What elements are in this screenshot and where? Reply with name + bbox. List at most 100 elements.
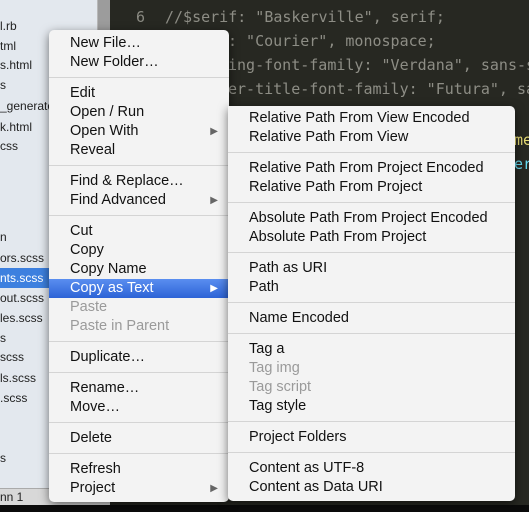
menu-item-new-folder[interactable]: New Folder… [49,53,229,72]
menu-item-label: Reveal [70,141,116,158]
menu-item-label: Content as Data URI [249,478,383,495]
menu-item-label: Rename… [70,379,140,396]
menu-item-relative-path-from-view[interactable]: Relative Path From View [228,128,515,147]
line-number: 6 [136,8,146,26]
triangle-right-icon: ▶ [210,482,218,494]
menu-item-absolute-path-from-project-encoded[interactable]: Absolute Path From Project Encoded [228,209,515,228]
menu-item-duplicate[interactable]: Duplicate… [49,348,229,367]
menu-item-rename[interactable]: Rename… [49,379,229,398]
menu-item-label: Relative Path From Project [249,178,423,195]
menu-separator [49,160,229,172]
menu-item-label: Content as UTF-8 [249,459,365,476]
menu-item-paste-in-parent: Paste in Parent [49,317,229,336]
menu-item-label: Tag a [249,340,285,357]
triangle-right-icon: ▶ [210,194,218,206]
menu-item-label: Name Encoded [249,309,349,326]
menu-item-label: Refresh [70,460,121,477]
menu-item-delete[interactable]: Delete [49,429,229,448]
menu-item-label: Move… [70,398,120,415]
menu-item-label: Path as URI [249,259,328,276]
menu-item-label: Edit [70,84,95,101]
menu-separator [228,197,515,209]
menu-item-label: Paste [70,298,108,315]
menu-item-label: Path [249,278,279,295]
menu-item-relative-path-from-project-encoded[interactable]: Relative Path From Project Encoded [228,159,515,178]
menu-item-tag-script: Tag script [228,378,515,397]
menu-item-label: Find Advanced [70,191,166,208]
menu-separator [49,72,229,84]
menu-item-label: Open With [70,122,139,139]
menu-item-label: Tag script [249,378,312,395]
menu-item-label: Duplicate… [70,348,145,365]
menu-item-tag-a[interactable]: Tag a [228,340,515,359]
menu-separator [228,447,515,459]
menu-item-copy-name[interactable]: Copy Name [49,260,229,279]
menu-item-paste: Paste [49,298,229,317]
menu-item-copy[interactable]: Copy [49,241,229,260]
menu-item-label: New Folder… [70,53,159,70]
menu-item-path[interactable]: Path [228,278,515,297]
menu-item-label: Copy [70,241,104,258]
menu-item-project[interactable]: Project ▶ [49,479,229,498]
menu-item-label: New File… [70,34,141,51]
triangle-right-icon: ▶ [210,125,218,137]
menu-separator [49,367,229,379]
menu-item-relative-path-from-view-encoded[interactable]: Relative Path From View Encoded [228,109,515,128]
menu-item-cut[interactable]: Cut [49,222,229,241]
menu-separator [49,336,229,348]
menu-item-copy-as-text[interactable]: Copy as Text ▶ [49,278,229,298]
menu-item-content-as-utf-8[interactable]: Content as UTF-8 [228,459,515,478]
menu-item-label: Copy as Text [70,279,154,296]
menu-item-open-run[interactable]: Open / Run [49,103,229,122]
menu-separator [228,328,515,340]
context-menu: New File… New Folder… Edit Open / Run Open W… [49,30,229,502]
code-line: //$serif: "Baskerville", serif; [165,8,445,26]
code-line: ing-font-family: "Verdana", sans-s [228,56,529,74]
code-line: eri [514,155,529,173]
window-bottom-edge [0,505,529,512]
menu-item-label: Project Folders [249,428,347,445]
menu-item-label: Open / Run [70,103,145,120]
menu-item-refresh[interactable]: Refresh [49,460,229,479]
menu-item-tag-img: Tag img [228,359,515,378]
menu-separator [228,297,515,309]
menu-item-label: Relative Path From Project Encoded [249,159,484,176]
menu-item-label: Project [70,479,116,496]
copy-as-text-submenu: Relative Path From View Encoded Relative … [228,106,515,501]
menu-item-open-with[interactable]: Open With ▶ [49,122,229,141]
menu-separator [49,210,229,222]
code-line: er-title-font-family: "Futura", sa [228,80,529,98]
menu-separator [228,416,515,428]
menu-item-path-as-uri[interactable]: Path as URI [228,259,515,278]
menu-item-label: Tag img [249,359,300,376]
menu-separator [228,147,515,159]
menu-item-label: Tag style [249,397,307,414]
menu-item-label: Cut [70,222,93,239]
menu-item-new-file[interactable]: New File… [49,34,229,53]
code-line: : "Courier", monospace; [228,32,436,50]
menu-item-relative-path-from-project[interactable]: Relative Path From Project [228,178,515,197]
menu-item-tag-style[interactable]: Tag style [228,397,515,416]
menu-item-reveal[interactable]: Reveal [49,141,229,160]
menu-item-project-folders[interactable]: Project Folders [228,428,515,447]
menu-separator [228,247,515,259]
menu-separator [49,417,229,429]
menu-item-label: Paste in Parent [70,317,170,334]
menu-item-content-as-data-uri[interactable]: Content as Data URI [228,478,515,497]
menu-item-edit[interactable]: Edit [49,84,229,103]
triangle-right-icon: ▶ [210,282,218,294]
menu-item-absolute-path-from-project[interactable]: Absolute Path From Project [228,228,515,247]
menu-item-name-encoded[interactable]: Name Encoded [228,309,515,328]
menu-item-label: Absolute Path From Project Encoded [249,209,488,226]
menu-item-label: Relative Path From View Encoded [249,109,470,126]
menu-separator [49,448,229,460]
menu-item-label: Delete [70,429,112,446]
menu-item-label: Absolute Path From Project [249,228,427,245]
code-line: me [514,131,529,149]
menu-item-label: Copy Name [70,260,147,277]
menu-item-find-advanced[interactable]: Find Advanced ▶ [49,191,229,210]
menu-item-label: Relative Path From View [249,128,409,145]
menu-item-label: Find & Replace… [70,172,184,189]
menu-item-move[interactable]: Move… [49,398,229,417]
menu-item-find-replace[interactable]: Find & Replace… [49,172,229,191]
